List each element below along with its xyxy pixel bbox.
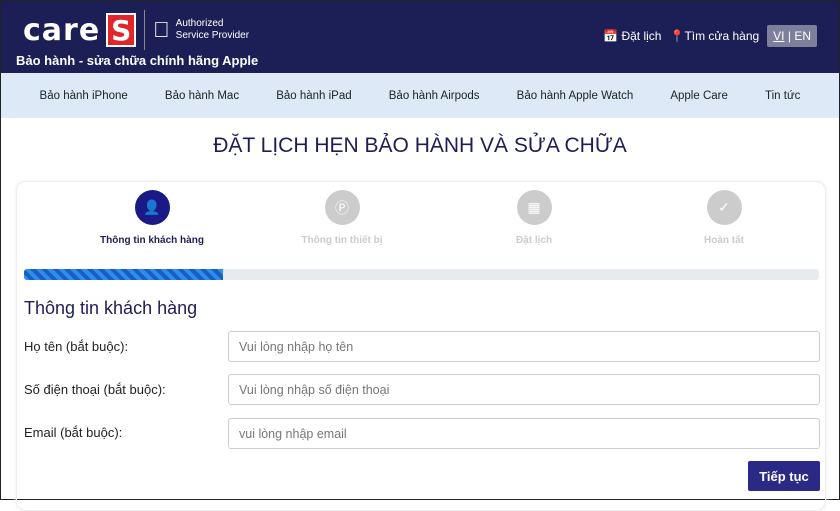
user-icon: 👤 bbox=[134, 190, 170, 225]
section-title: Thông tin khách hàng bbox=[24, 298, 198, 318]
email-label: Email (bắt buộc): bbox=[24, 425, 123, 440]
apple-icon:  bbox=[153, 17, 170, 43]
step-label: Hoàn tất bbox=[704, 235, 744, 246]
step-schedule: ▦ Đặt lịch bbox=[459, 190, 609, 246]
step-label: Thông tin khách hàng bbox=[100, 235, 204, 246]
nav-ipad[interactable]: Bảo hành iPad bbox=[276, 90, 351, 102]
lang-sep: | bbox=[787, 29, 791, 43]
lang-vi[interactable]: VI bbox=[773, 29, 784, 43]
language-switcher[interactable]: VI | EN bbox=[767, 25, 817, 47]
step-label: Đặt lịch bbox=[515, 235, 553, 246]
logo-text: care bbox=[23, 12, 101, 48]
continue-button[interactable]: Tiếp tục bbox=[748, 461, 820, 491]
site-header: care S  AuthorizedService Provider Bảo … bbox=[1, 1, 839, 73]
book-link[interactable]: 📅 Đặt lịch bbox=[603, 29, 661, 43]
step-device-info: Ⓟ Thông tin thiết bị bbox=[267, 190, 417, 246]
calendar-icon: 📅 bbox=[603, 29, 619, 43]
find-store-link[interactable]: 📍Tìm cửa hàng bbox=[669, 29, 759, 43]
name-input[interactable] bbox=[228, 331, 820, 362]
cares-logo[interactable]: care S  AuthorizedService Provider bbox=[23, 10, 249, 50]
step-label: Thông tin thiết bị bbox=[301, 235, 383, 246]
location-pin-icon: 📍 bbox=[669, 29, 685, 43]
progress-bar bbox=[24, 269, 819, 280]
page-title: ĐẶT LỊCH HẸN BẢO HÀNH VÀ SỬA CHỮA bbox=[213, 134, 627, 157]
step-complete: ✓ Hoàn tất bbox=[649, 190, 799, 246]
lang-en[interactable]: EN bbox=[794, 29, 811, 43]
nav-mac[interactable]: Bảo hành Mac bbox=[165, 90, 239, 102]
main-nav: Bảo hành iPhone Bảo hành Mac Bảo hành iP… bbox=[1, 73, 839, 118]
divider bbox=[144, 10, 146, 50]
service-provider: Service Provider bbox=[159, 30, 249, 41]
nav-airpods[interactable]: Bảo hành Airpods bbox=[389, 90, 480, 102]
phone-label: Số điện thoại (bắt buộc): bbox=[24, 382, 166, 397]
device-icon: Ⓟ bbox=[324, 190, 360, 225]
tagline: Bảo hành - sửa chữa chính hãng Apple bbox=[16, 53, 259, 68]
progress-fill bbox=[24, 269, 223, 280]
phone-input[interactable] bbox=[228, 374, 820, 405]
booking-card: 👤 Thông tin khách hàng Ⓟ Thông tin thiết b… bbox=[16, 181, 826, 511]
name-label: Họ tên (bắt buộc): bbox=[24, 339, 129, 354]
calendar-icon: ▦ bbox=[516, 190, 552, 225]
logo-s: S bbox=[106, 13, 137, 47]
find-store-label: Tìm cửa hàng bbox=[684, 29, 760, 43]
nav-apple-watch[interactable]: Bảo hành Apple Watch bbox=[517, 90, 634, 102]
email-input[interactable] bbox=[228, 418, 820, 449]
check-icon: ✓ bbox=[706, 190, 742, 225]
nav-news[interactable]: Tin tức bbox=[765, 90, 800, 102]
book-label: Đặt lịch bbox=[621, 29, 662, 43]
authorized: Authorized bbox=[159, 18, 224, 29]
authorized-text: Authorized Service Provider bbox=[176, 18, 249, 42]
nav-iphone[interactable]: Bảo hành iPhone bbox=[40, 90, 128, 102]
nav-apple-care[interactable]: Apple Care bbox=[670, 90, 728, 102]
step-customer-info: 👤 Thông tin khách hàng bbox=[77, 190, 227, 246]
